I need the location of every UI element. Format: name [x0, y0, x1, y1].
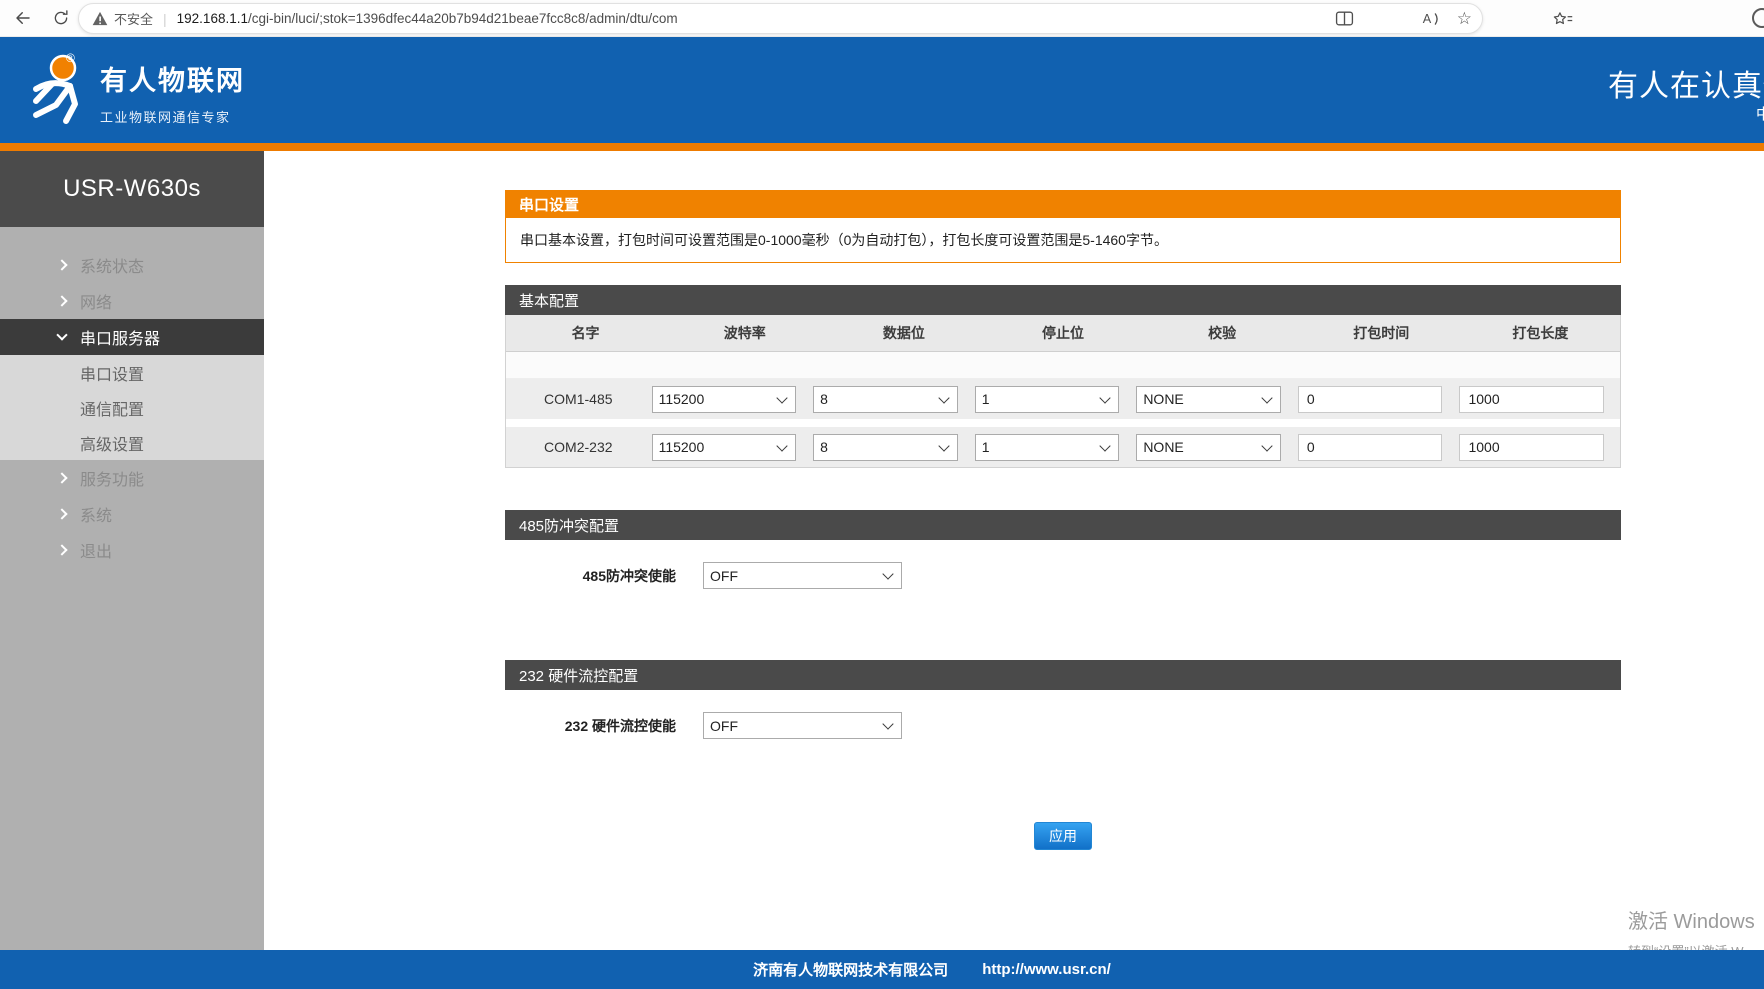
sidebar-item-label: 高级设置: [80, 431, 144, 455]
table-row-com1: COM1-485 115200 8 1 NONE: [506, 379, 1620, 419]
port-name: COM2-232: [506, 439, 651, 455]
row-gap: [506, 419, 1620, 427]
rs485-section-title: 485防冲突配置: [505, 510, 1621, 540]
chevron-right-icon: [58, 546, 80, 554]
footer-company: 济南有人物联网技术有限公司: [753, 959, 948, 980]
table-spacer-row: [506, 352, 1620, 379]
language-switch[interactable]: 中: [1756, 103, 1764, 124]
sidebar-item-system-status[interactable]: 系统状态: [0, 247, 264, 283]
accent-strip: [0, 143, 1764, 151]
footer-website-link[interactable]: http://www.usr.cn/: [982, 961, 1111, 978]
page-description: 串口基本设置，打包时间可设置范围是0-1000毫秒（0为自动打包），打包长度可设…: [505, 218, 1621, 263]
sidebar-item-label: 串口设置: [80, 361, 144, 385]
pack-time-input[interactable]: [1298, 434, 1443, 461]
address-bar[interactable]: 不安全 | 192.168.1.1/cgi-bin/luci/;stok=139…: [78, 3, 1483, 34]
sidebar-item-label: 退出: [80, 538, 112, 562]
url-text[interactable]: 192.168.1.1/cgi-bin/luci/;stok=1396dfec4…: [177, 11, 1411, 26]
sidebar-item-label: 服务功能: [80, 466, 144, 490]
col-parity: 校验: [1143, 323, 1302, 343]
baud-rate-select[interactable]: 115200: [652, 386, 797, 413]
page-header-panel: 串口设置 串口基本设置，打包时间可设置范围是0-1000毫秒（0为自动打包），打…: [505, 190, 1621, 263]
serial-server-submenu: 串口设置 通信配置 高级设置: [0, 355, 264, 460]
back-icon[interactable]: [8, 3, 38, 33]
footer: 济南有人物联网技术有限公司 http://www.usr.cn/: [0, 950, 1764, 989]
sidebar-item-serial-settings[interactable]: 串口设置: [0, 355, 264, 390]
rs232-flow-select[interactable]: OFF: [703, 712, 902, 739]
col-name: 名字: [506, 323, 665, 343]
main-content: 串口设置 串口基本设置，打包时间可设置范围是0-1000毫秒（0为自动打包），打…: [505, 190, 1621, 850]
table-row-com2: COM2-232 115200 8 1 NONE: [506, 427, 1620, 467]
stop-bits-select[interactable]: 1: [975, 386, 1120, 413]
sidebar-item-label: 网络: [80, 289, 112, 313]
sidebar-item-network[interactable]: 网络: [0, 283, 264, 319]
sidebar-item-label: 系统: [80, 502, 112, 526]
split-screen-icon[interactable]: [1329, 4, 1359, 34]
col-pack-length: 打包长度: [1461, 323, 1620, 343]
app-header: ® 有人物联网 工业物联网通信专家 有人在认真做 中: [0, 37, 1764, 143]
registered-mark: ®: [66, 51, 75, 65]
parity-select[interactable]: NONE: [1136, 386, 1281, 413]
device-model-title: USR-W630s: [0, 151, 264, 227]
apply-button[interactable]: 应用: [1034, 822, 1092, 850]
sidebar: USR-W630s 系统状态 网络 串口服务器 串口设置 通信配置 高级设置 服: [0, 151, 264, 950]
sidebar-item-advanced-settings[interactable]: 高级设置: [0, 425, 264, 460]
rs485-enable-label: 485防冲突使能: [505, 566, 676, 586]
warning-icon: [92, 11, 108, 26]
col-stop-bits: 停止位: [983, 323, 1142, 343]
sidebar-nav: 系统状态 网络 串口服务器 串口设置 通信配置 高级设置 服务功能 系统: [0, 227, 264, 568]
sidebar-item-service-functions[interactable]: 服务功能: [0, 460, 264, 496]
browser-toolbar: 不安全 | 192.168.1.1/cgi-bin/luci/;stok=139…: [0, 0, 1764, 37]
chevron-right-icon: [58, 261, 80, 269]
col-pack-time: 打包时间: [1302, 323, 1461, 343]
brand-title: 有人物联网: [100, 59, 245, 98]
chevron-right-icon: [58, 510, 80, 518]
pack-length-input[interactable]: [1459, 386, 1604, 413]
stop-bits-select[interactable]: 1: [975, 434, 1120, 461]
sidebar-item-logout[interactable]: 退出: [0, 532, 264, 568]
sidebar-item-comm-config[interactable]: 通信配置: [0, 390, 264, 425]
data-bits-select[interactable]: 8: [813, 386, 958, 413]
parity-select[interactable]: NONE: [1136, 434, 1281, 461]
sidebar-item-label: 通信配置: [80, 396, 144, 420]
col-baud: 波特率: [665, 323, 824, 343]
page: 不安全 | 192.168.1.1/cgi-bin/luci/;stok=139…: [0, 0, 1764, 989]
url-host: 192.168.1.1: [177, 11, 248, 26]
chevron-right-icon: [58, 297, 80, 305]
toolbar-right: [1320, 0, 1764, 37]
basic-config-title: 基本配置: [505, 285, 1621, 315]
usr-logo-icon: [26, 53, 92, 127]
brand-subtitle: 工业物联网通信专家: [100, 107, 245, 126]
collections-icon[interactable]: [1548, 4, 1578, 34]
rs485-enable-select[interactable]: OFF: [703, 562, 902, 589]
rs232-section-title: 232 硬件流控配置: [505, 660, 1621, 690]
sidebar-item-system[interactable]: 系统: [0, 496, 264, 532]
serial-table: 名字 波特率 数据位 停止位 校验 打包时间 打包长度 COM1-485 115…: [505, 315, 1621, 468]
chevron-down-icon: [58, 335, 80, 339]
page-title: 串口设置: [505, 190, 1621, 218]
rs485-section: 485防冲突配置 485防冲突使能 OFF: [505, 510, 1621, 589]
basic-config-section: 基本配置 名字 波特率 数据位 停止位 校验 打包时间 打包长度 COM1-48…: [505, 285, 1621, 468]
sidebar-item-label: 串口服务器: [80, 325, 160, 349]
header-slogan: 有人在认真做: [1608, 61, 1764, 105]
divider: |: [163, 11, 167, 27]
brand: 有人物联网 工业物联网通信专家: [100, 59, 245, 126]
pack-time-input[interactable]: [1298, 386, 1443, 413]
rs232-flow-label: 232 硬件流控使能: [505, 716, 676, 736]
url-path: /cgi-bin/luci/;stok=1396dfec44a20b7b94d2…: [248, 11, 678, 26]
pack-length-input[interactable]: [1459, 434, 1604, 461]
refresh-icon[interactable]: [46, 3, 76, 33]
baud-rate-select[interactable]: 115200: [652, 434, 797, 461]
security-label: 不安全: [114, 9, 153, 28]
table-header-row: 名字 波特率 数据位 停止位 校验 打包时间 打包长度: [506, 315, 1620, 352]
watermark-line1: 激活 Windows: [1628, 905, 1755, 934]
sidebar-item-label: 系统状态: [80, 253, 144, 277]
port-name: COM1-485: [506, 391, 651, 407]
chevron-right-icon: [58, 474, 80, 482]
sidebar-item-serial-server[interactable]: 串口服务器: [0, 319, 264, 355]
data-bits-select[interactable]: 8: [813, 434, 958, 461]
col-data-bits: 数据位: [824, 323, 983, 343]
security-status[interactable]: 不安全: [92, 9, 153, 28]
rs232-section: 232 硬件流控配置 232 硬件流控使能 OFF: [505, 660, 1621, 739]
